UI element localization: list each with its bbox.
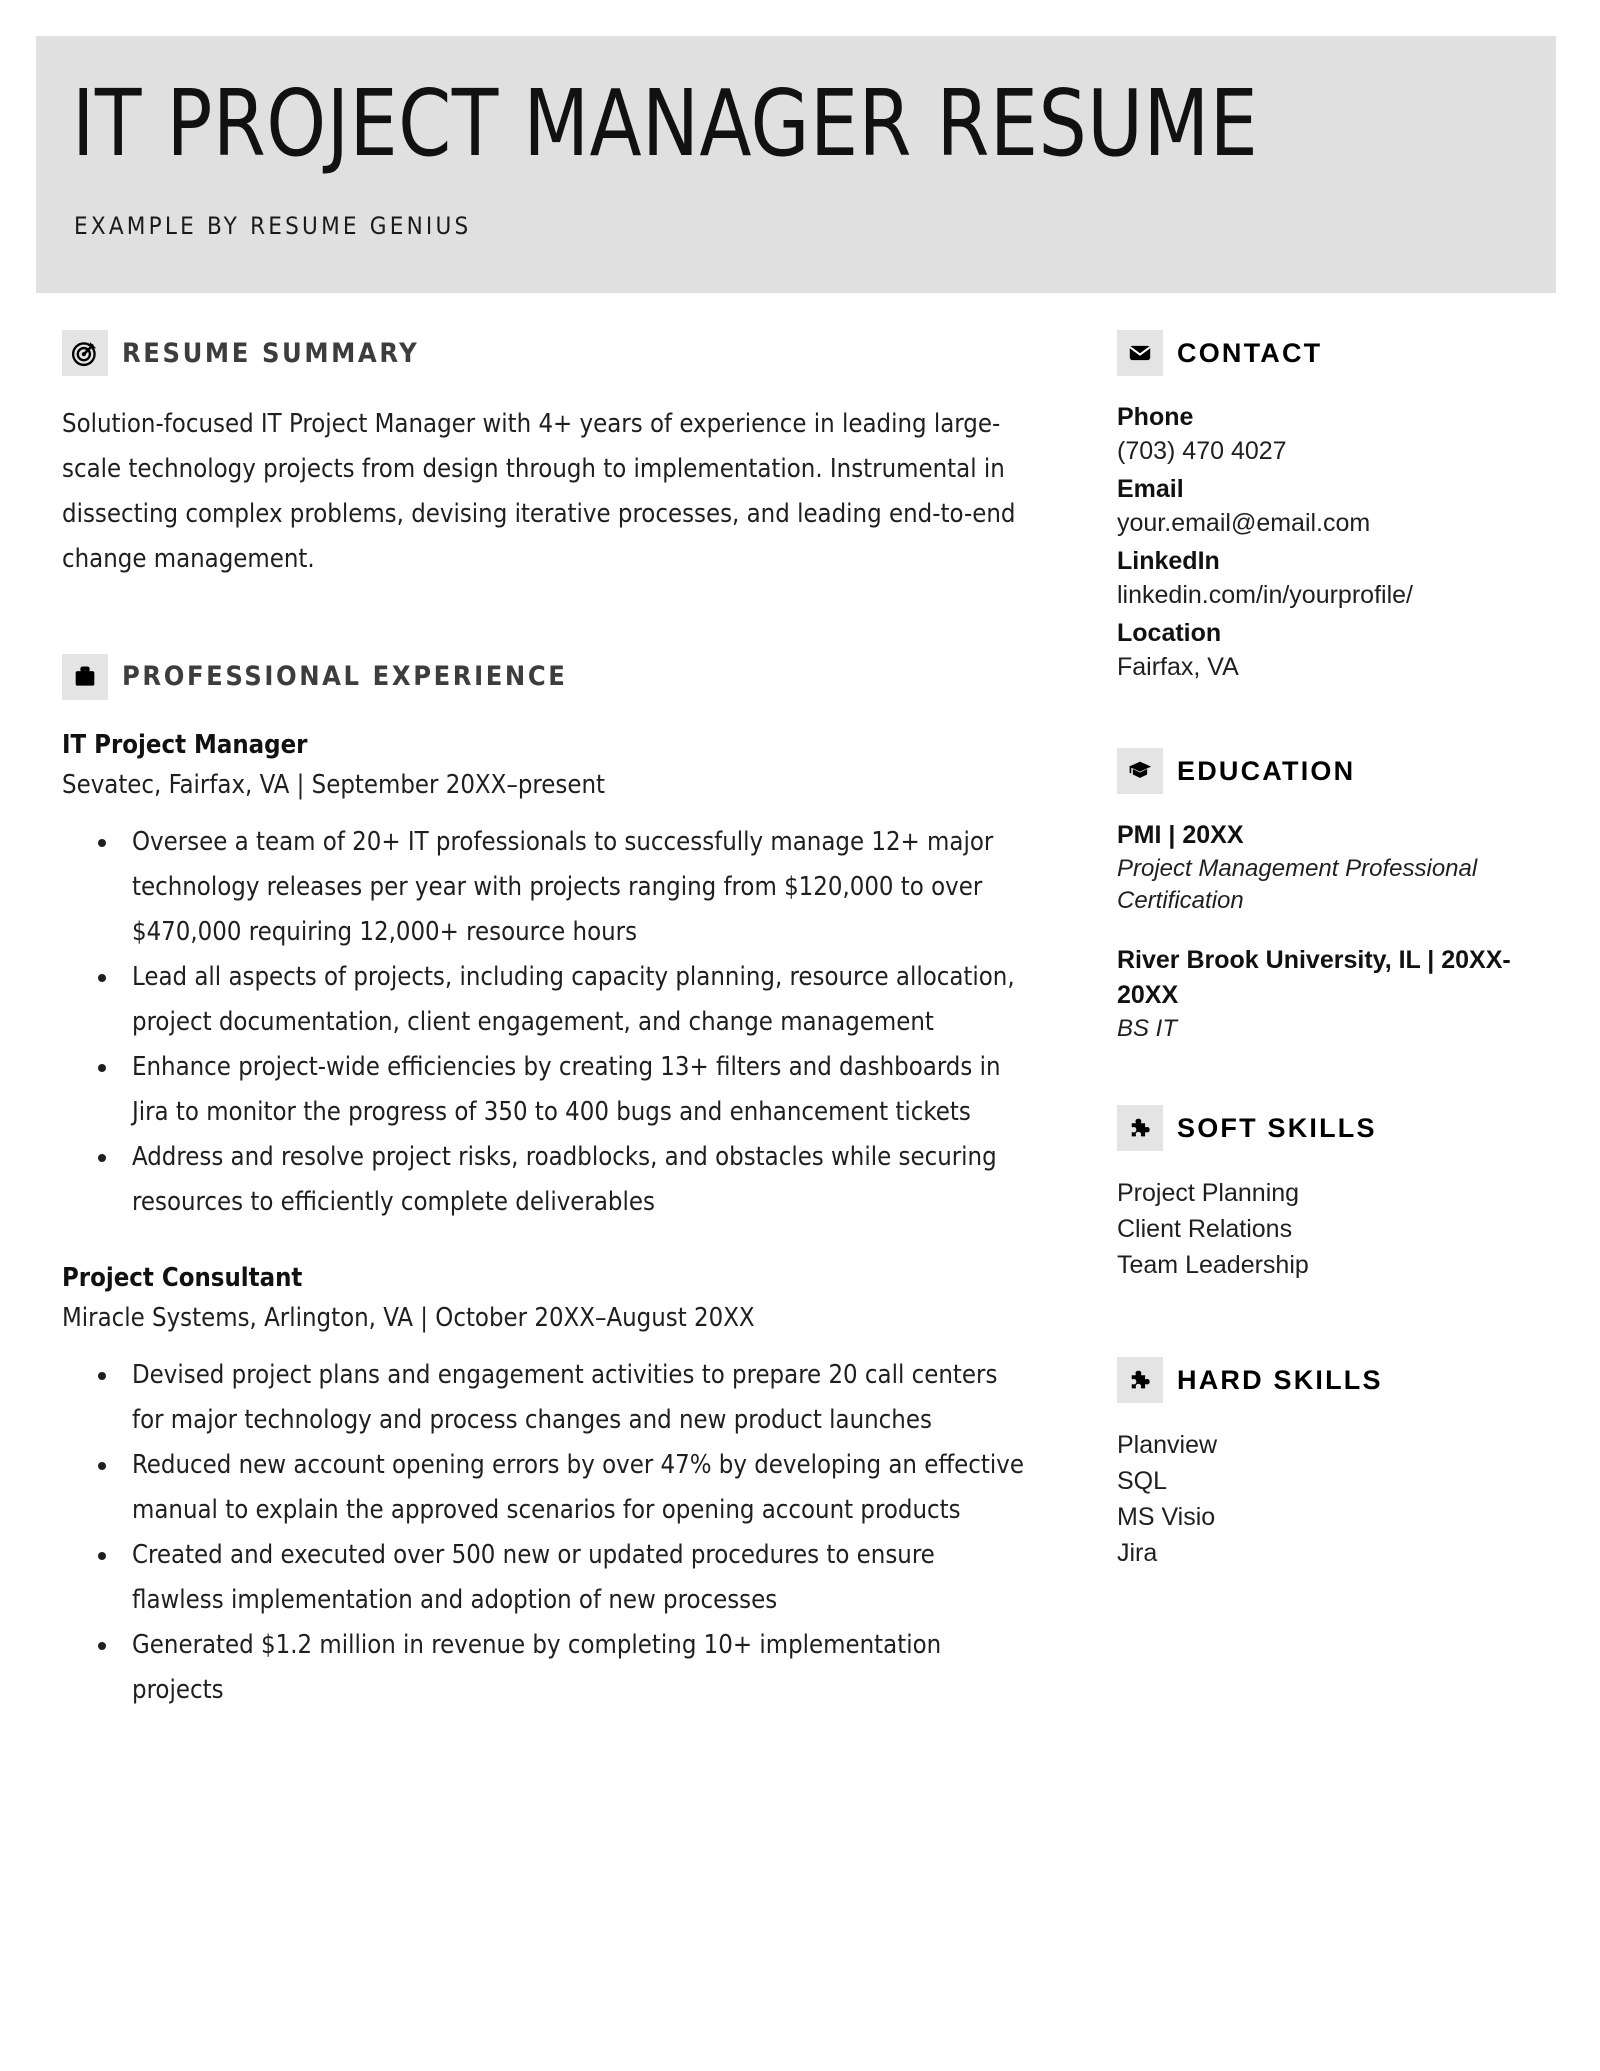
section-professional-experience: PROFESSIONAL EXPERIENCE IT Project Manag… [62, 653, 1030, 1713]
resume-summary-text: Solution-focused IT Project Manager with… [62, 409, 1016, 574]
hard-skills-heading: HARD SKILLS [1117, 1357, 1560, 1403]
experience-entry: IT Project Manager Sevatec, Fairfax, VA … [62, 726, 1030, 1225]
job-meta: Miracle Systems, Arlington, VA | October… [62, 1302, 755, 1333]
skill-item: MS Visio [1117, 1503, 1216, 1531]
section-contact: CONTACT Phone (703) 470 4027 Email your.… [1117, 330, 1560, 684]
target-icon [62, 330, 108, 376]
puzzle-piece-icon [1117, 1105, 1163, 1151]
skill-item: SQL [1117, 1467, 1168, 1495]
graduation-cap-icon [1117, 748, 1163, 794]
section-soft-skills: SOFT SKILLS Project Planning Client Rela… [1117, 1105, 1560, 1283]
job-title: IT Project Manager [62, 729, 308, 760]
job-bullet-list: Devised project plans and engagement act… [62, 1353, 1030, 1713]
education-institution: River Brook University, IL | 20XX-20XX [1117, 946, 1511, 1009]
contact-label-phone: Phone [1117, 403, 1194, 431]
section-education: EDUCATION PMI | 20XX Project Management … [1117, 748, 1560, 1045]
education-entries: PMI | 20XX Project Management Profession… [1117, 818, 1560, 1045]
contact-value-location: Fairfax, VA [1117, 653, 1239, 681]
job-bullet: Devised project plans and engagement act… [98, 1353, 1030, 1443]
education-entry: River Brook University, IL | 20XX-20XX B… [1117, 943, 1560, 1045]
job-bullet: Reduced new account opening errors by ov… [98, 1443, 1030, 1533]
section-title: CONTACT [1177, 337, 1323, 368]
experience-entry: Project Consultant Miracle Systems, Arli… [62, 1259, 1030, 1713]
section-title: RESUME SUMMARY [122, 337, 420, 369]
section-title: EDUCATION [1177, 755, 1356, 786]
contact-label-location: Location [1117, 619, 1222, 647]
briefcase-icon [62, 653, 108, 700]
job-bullet: Generated $1.2 million in revenue by com… [98, 1623, 1030, 1713]
envelope-icon [1117, 330, 1163, 376]
education-heading: EDUCATION [1117, 748, 1560, 794]
soft-skills-heading: SOFT SKILLS [1117, 1105, 1560, 1151]
contact-label-email: Email [1117, 475, 1184, 503]
education-degree: Project Management Professional Certific… [1117, 855, 1478, 914]
job-bullet: Oversee a team of 20+ IT professionals t… [98, 820, 1030, 955]
resume-summary-heading: RESUME SUMMARY [62, 330, 1030, 376]
job-bullet: Enhance project-wide efficiencies by cre… [98, 1045, 1030, 1135]
job-bullet: Lead all aspects of projects, including … [98, 955, 1030, 1045]
job-bullet-list: Oversee a team of 20+ IT professionals t… [62, 820, 1030, 1225]
contact-value-email: your.email@email.com [1117, 509, 1371, 537]
header-banner: IT PROJECT MANAGER RESUME EXAMPLE BY RES… [36, 36, 1556, 293]
hard-skills-list: Planview SQL MS Visio Jira [1117, 1427, 1560, 1571]
skill-item: Team Leadership [1117, 1251, 1309, 1279]
section-hard-skills: HARD SKILLS Planview SQL MS Visio Jira [1117, 1357, 1560, 1571]
resume-page: IT PROJECT MANAGER RESUME EXAMPLE BY RES… [0, 0, 1600, 2071]
job-bullet: Created and executed over 500 new or upd… [98, 1533, 1030, 1623]
education-degree: BS IT [1117, 1015, 1178, 1042]
sidebar-column: CONTACT Phone (703) 470 4027 Email your.… [1060, 330, 1600, 1571]
soft-skills-list: Project Planning Client Relations Team L… [1117, 1175, 1560, 1283]
contact-heading: CONTACT [1117, 330, 1560, 376]
job-meta: Sevatec, Fairfax, VA | September 20XX–pr… [62, 769, 605, 800]
main-column: RESUME SUMMARY Solution-focused IT Proje… [0, 330, 1060, 1713]
education-institution: PMI | 20XX [1117, 821, 1244, 849]
page-subtitle: EXAMPLE BY RESUME GENIUS [74, 212, 472, 240]
section-title: SOFT SKILLS [1177, 1112, 1377, 1143]
skill-item: Jira [1117, 1539, 1158, 1567]
page-title: IT PROJECT MANAGER RESUME [72, 70, 1259, 177]
contact-fields: Phone (703) 470 4027 Email your.email@em… [1117, 400, 1560, 684]
job-title: Project Consultant [62, 1262, 303, 1293]
puzzle-piece-icon [1117, 1357, 1163, 1403]
section-resume-summary: RESUME SUMMARY Solution-focused IT Proje… [62, 330, 1030, 582]
resume-body: RESUME SUMMARY Solution-focused IT Proje… [0, 330, 1600, 1713]
section-title: PROFESSIONAL EXPERIENCE [122, 661, 568, 692]
skill-item: Client Relations [1117, 1215, 1293, 1243]
job-bullet: Address and resolve project risks, roadb… [98, 1135, 1030, 1225]
professional-experience-heading: PROFESSIONAL EXPERIENCE [62, 653, 1030, 700]
contact-value-linkedin: linkedin.com/in/yourprofile/ [1117, 581, 1413, 609]
section-title: HARD SKILLS [1177, 1364, 1383, 1395]
skill-item: Project Planning [1117, 1179, 1300, 1207]
education-entry: PMI | 20XX Project Management Profession… [1117, 818, 1560, 917]
contact-value-phone: (703) 470 4027 [1117, 437, 1287, 465]
skill-item: Planview [1117, 1431, 1218, 1459]
contact-label-linkedin: LinkedIn [1117, 547, 1220, 575]
